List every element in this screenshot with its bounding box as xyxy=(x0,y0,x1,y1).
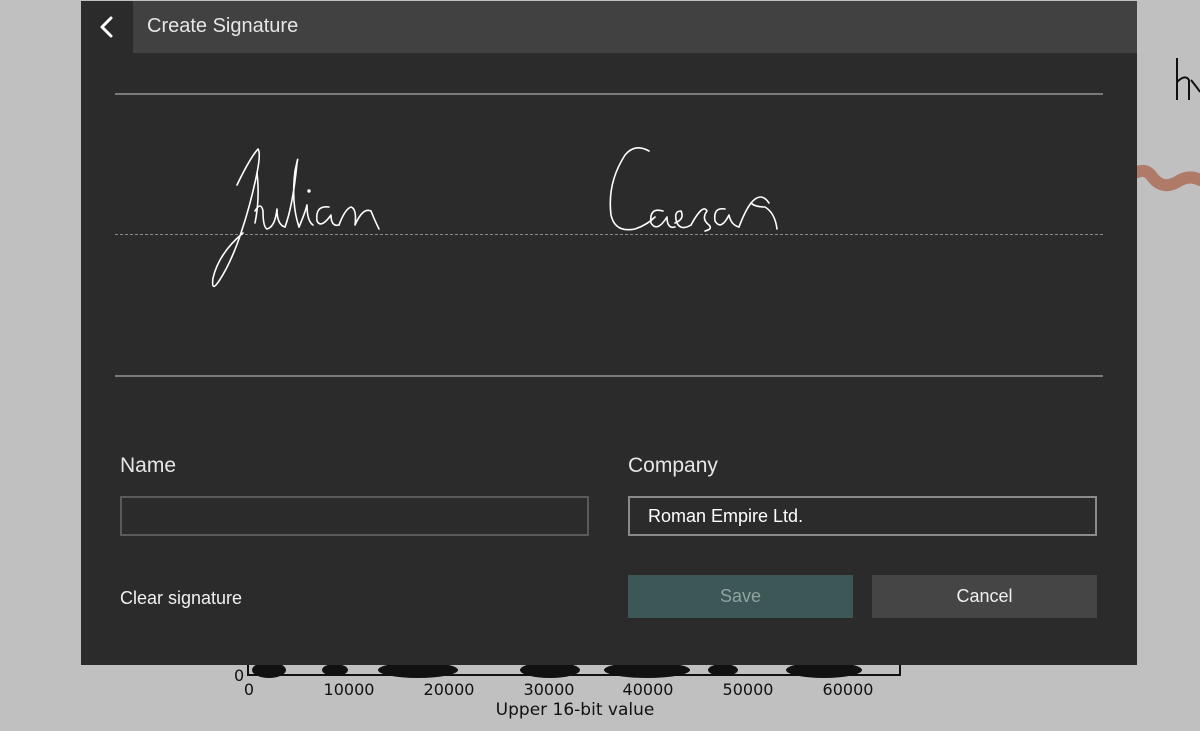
x-tick-label: 30000 xyxy=(523,680,575,699)
x-tick-label: 20000 xyxy=(423,680,475,699)
cancel-button-label: Cancel xyxy=(956,586,1013,606)
company-input[interactable] xyxy=(628,496,1097,536)
x-tick-label: 0 xyxy=(243,680,255,699)
name-input[interactable] xyxy=(120,496,589,536)
y-tick-label: 0 xyxy=(234,666,245,685)
save-button-label: Save xyxy=(719,586,762,606)
back-button[interactable] xyxy=(81,1,133,53)
create-signature-dialog: Create Signature Name Company Roman Empi… xyxy=(81,1,1137,665)
x-tick-label: 10000 xyxy=(323,680,375,699)
x-axis-line xyxy=(247,674,901,676)
chevron-left-icon xyxy=(100,16,113,38)
dialog-title: Create Signature xyxy=(147,15,299,37)
save-button[interactable]: Save xyxy=(628,575,853,618)
x-tick-label: 50000 xyxy=(722,680,774,699)
background-annotation xyxy=(1137,58,1200,192)
x-tick-label: 40000 xyxy=(622,680,674,699)
name-label: Name xyxy=(120,454,177,477)
dialog-titlebar: Create Signature xyxy=(81,1,1137,53)
clear-signature-button[interactable]: Clear signature xyxy=(120,588,242,609)
x-axis-label: Upper 16-bit value xyxy=(495,700,655,720)
cancel-button[interactable]: Cancel xyxy=(872,575,1097,618)
company-label: Company xyxy=(628,454,718,477)
x-tick-label: 60000 xyxy=(822,680,874,699)
signature-canvas[interactable] xyxy=(115,93,1103,379)
signature-drawing xyxy=(211,147,778,288)
